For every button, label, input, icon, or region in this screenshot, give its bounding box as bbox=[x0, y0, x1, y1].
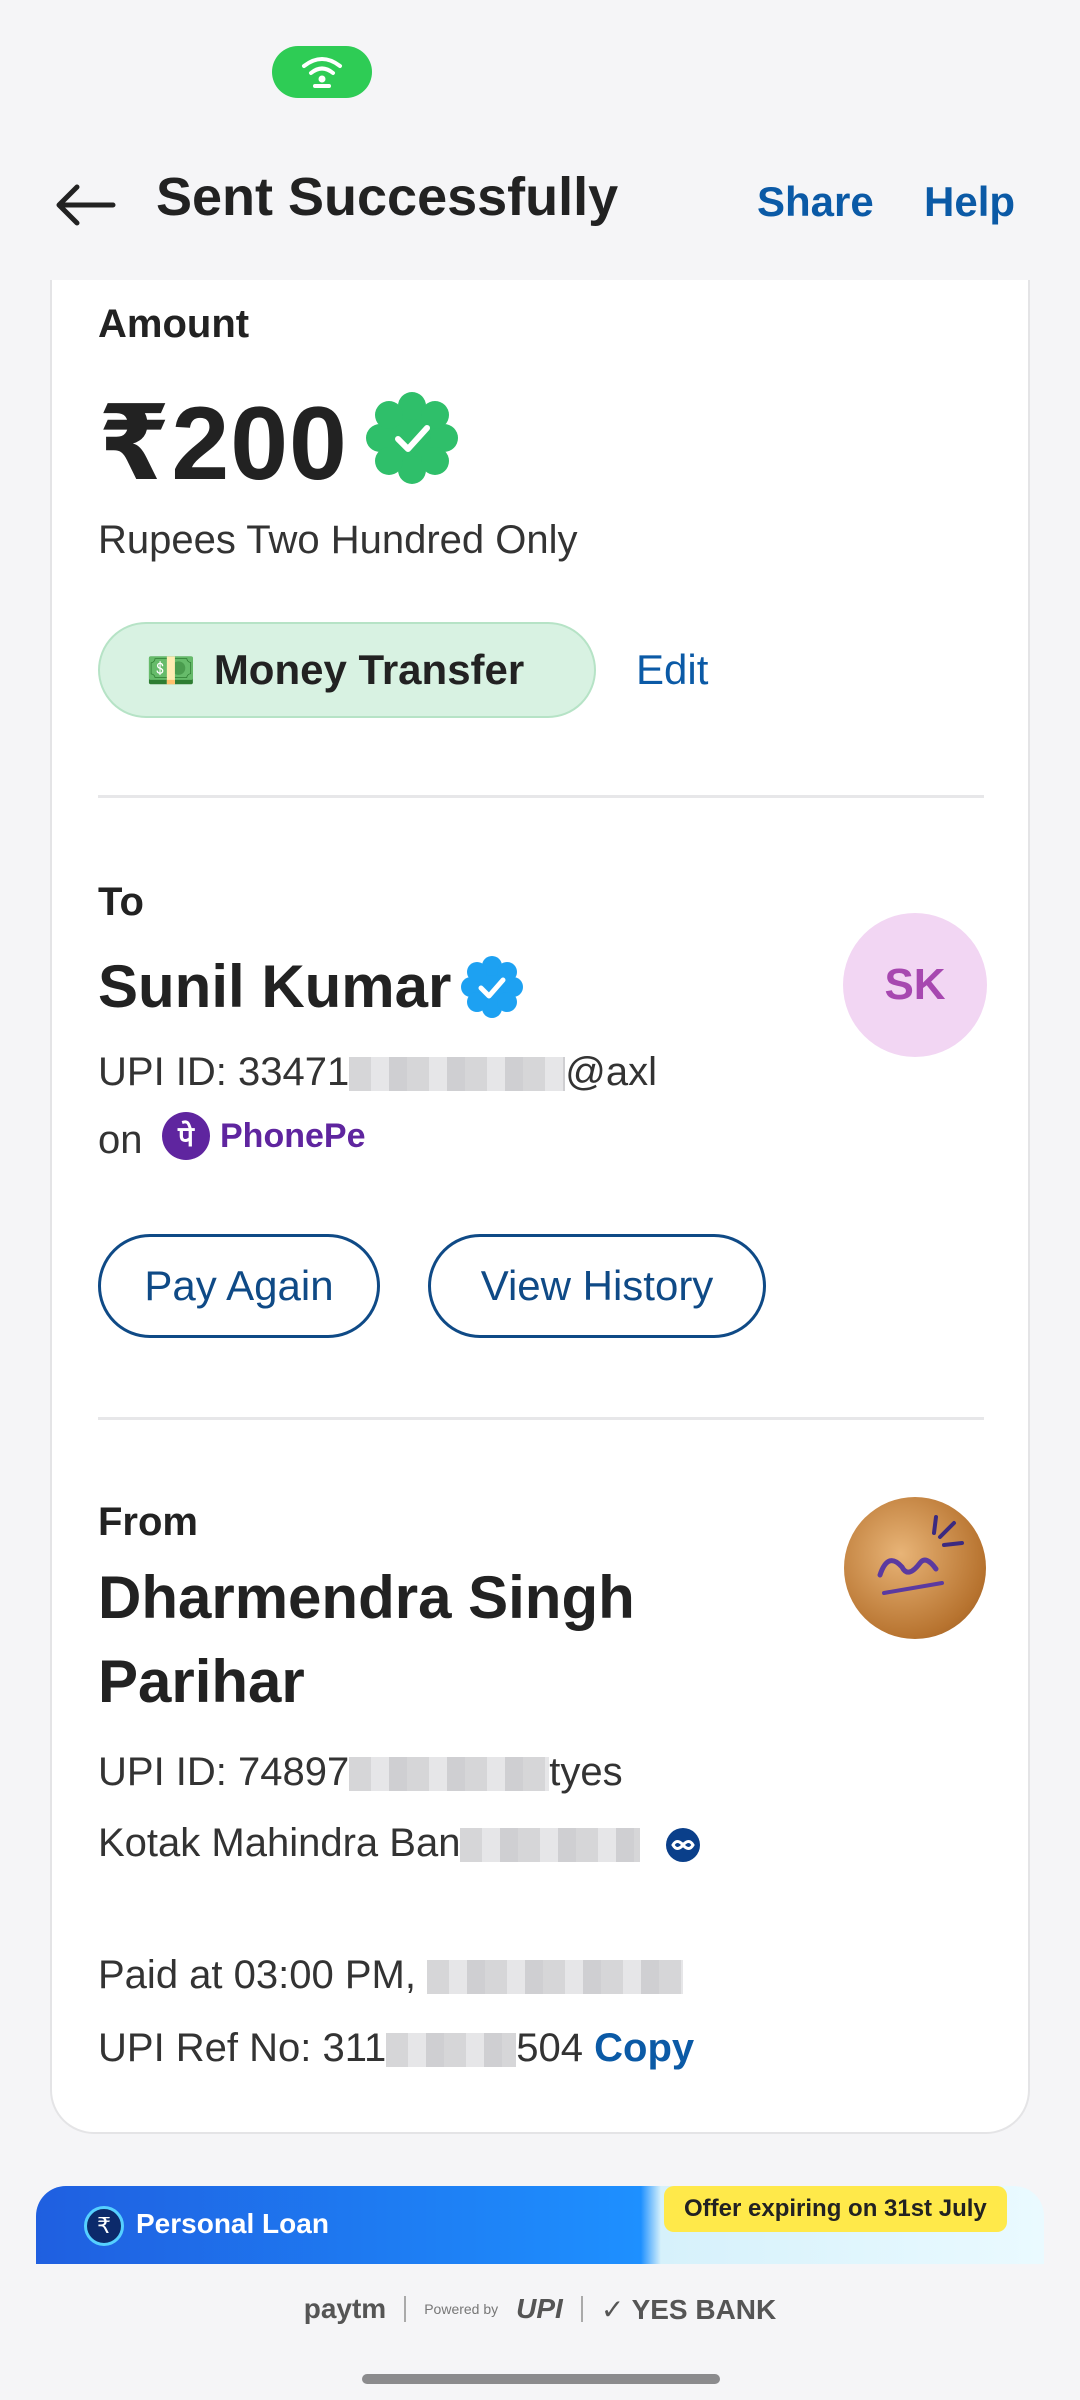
upi-ref: UPI Ref No: 311 504 Copy bbox=[98, 2026, 694, 2071]
sender-avatar bbox=[844, 1497, 986, 1639]
divider bbox=[98, 1417, 984, 1420]
recipient-upi-prefix: UPI ID: 33471 bbox=[98, 1050, 350, 1094]
paid-at-prefix: Paid at 03:00 PM, bbox=[98, 1953, 416, 1997]
redacted-block bbox=[386, 2033, 517, 2068]
recipient-avatar: SK bbox=[843, 913, 987, 1057]
ref-prefix: UPI Ref No: 311 bbox=[98, 2026, 387, 2070]
paytm-logo: paytm bbox=[303, 2293, 387, 2324]
sender-upi-prefix: UPI ID: 74897 bbox=[98, 1750, 350, 1794]
back-arrow-icon bbox=[56, 184, 116, 226]
redacted-block bbox=[460, 1828, 641, 1863]
powered-by-label: Powered by bbox=[424, 2301, 499, 2317]
recipient-upi-id: UPI ID: 33471 @axl bbox=[98, 1050, 657, 1095]
status-bar bbox=[0, 0, 1080, 140]
view-history-button[interactable]: View History bbox=[428, 1234, 766, 1338]
sender-upi-suffix: tyes bbox=[549, 1750, 623, 1794]
transaction-card: Amount ₹200 Rupees Two Hundred Only 💵 Mo… bbox=[50, 280, 1030, 2134]
pay-again-button[interactable]: Pay Again bbox=[98, 1234, 380, 1338]
phonepe-logo: पे PhonePe bbox=[162, 1112, 365, 1160]
offer-badge: Offer expiring on 31st July bbox=[664, 2186, 1007, 2232]
success-check-icon bbox=[366, 392, 458, 484]
to-label: To bbox=[98, 880, 144, 924]
on-label: on bbox=[98, 1118, 143, 1162]
phonepe-icon: पे bbox=[162, 1112, 210, 1160]
upi-logo: UPI bbox=[516, 2293, 563, 2324]
from-label: From bbox=[98, 1500, 198, 1544]
divider bbox=[404, 2296, 407, 2322]
back-button[interactable] bbox=[50, 170, 120, 240]
recipient-name: Sunil Kumar bbox=[98, 953, 452, 1020]
paid-at: Paid at 03:00 PM, bbox=[98, 1953, 684, 1998]
yes-bank-label: YES BANK bbox=[631, 2293, 777, 2325]
sender-name: Dharmendra Singh Parihar bbox=[98, 1564, 635, 1715]
ref-suffix: 504 bbox=[516, 2026, 584, 2070]
edit-category-button[interactable]: Edit bbox=[636, 646, 708, 694]
redacted-block bbox=[349, 1057, 566, 1092]
upi-lite-icon bbox=[665, 1828, 700, 1863]
sender-upi-id: UPI ID: 74897 tyes bbox=[98, 1750, 623, 1795]
verified-icon bbox=[461, 956, 523, 1018]
phonepe-label: PhonePe bbox=[220, 1116, 366, 1155]
category-chip[interactable]: 💵 Money Transfer bbox=[98, 622, 596, 718]
amount-value: ₹200 bbox=[98, 386, 348, 502]
category-label: Money Transfer bbox=[213, 646, 525, 693]
wifi-icon bbox=[302, 57, 342, 88]
redacted-block bbox=[349, 1757, 550, 1792]
amount-label: Amount bbox=[98, 302, 250, 346]
hotspot-indicator bbox=[272, 46, 372, 98]
help-button[interactable]: Help bbox=[924, 178, 1015, 226]
sender-bank-prefix: Kotak Mahindra Ban bbox=[98, 1821, 461, 1865]
divider bbox=[98, 795, 984, 798]
yes-bank-logo: ✓ YES BANK bbox=[600, 2293, 777, 2325]
copy-ref-button[interactable]: Copy bbox=[594, 2026, 694, 2070]
rupee-icon: ₹ bbox=[84, 2206, 124, 2246]
avatar-photo-icon bbox=[877, 1515, 964, 1595]
sender-bank: Kotak Mahindra Ban bbox=[98, 1821, 702, 1866]
footer-logos: paytm Powered by UPI ✓ YES BANK bbox=[0, 2264, 1080, 2354]
loan-label: Personal Loan bbox=[136, 2208, 329, 2239]
amount-in-words: Rupees Two Hundred Only bbox=[98, 518, 578, 562]
home-indicator[interactable] bbox=[362, 2374, 720, 2384]
recipient-upi-suffix: @axl bbox=[565, 1050, 657, 1094]
money-icon: 💵 bbox=[146, 648, 196, 693]
redacted-block bbox=[427, 1960, 684, 1995]
page-title: Sent Successfully bbox=[156, 167, 619, 227]
divider bbox=[580, 2296, 583, 2322]
share-button[interactable]: Share bbox=[757, 178, 874, 226]
app-bar: Sent Successfully Share Help bbox=[0, 140, 1080, 280]
